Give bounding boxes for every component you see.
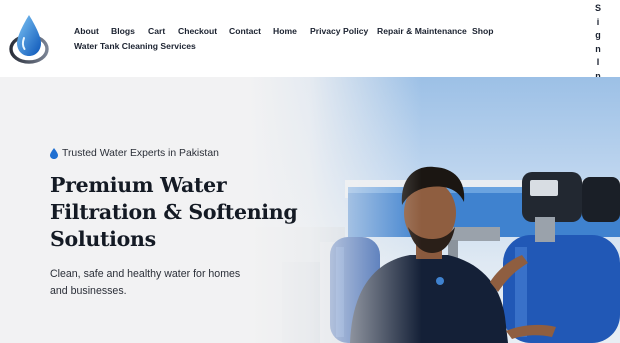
nav-privacy-policy[interactable]: Privacy Policy	[310, 26, 368, 36]
nav-home[interactable]: Home	[273, 26, 297, 36]
site-header: About Blogs Cart Checkout Contact Home P…	[0, 0, 620, 81]
nav-cart[interactable]: Cart	[148, 26, 165, 36]
sign-in-link[interactable]: S i g n I n	[592, 2, 604, 84]
hero-subtitle: Clean, safe and healthy water for homes …	[50, 266, 290, 300]
hero-title-line: Solutions	[50, 227, 156, 251]
hero-title: Premium Water Filtration & Softening Sol…	[50, 172, 310, 253]
hero-subtitle-line: and businesses.	[50, 285, 127, 297]
nav-about[interactable]: About	[74, 26, 99, 36]
nav-blogs[interactable]: Blogs	[111, 26, 135, 36]
sign-in-letter: S	[594, 3, 601, 13]
trust-badge: Trusted Water Experts in Pakistan	[50, 148, 219, 159]
logo-water-drop-icon[interactable]	[9, 12, 49, 64]
nav-shop[interactable]: Shop	[472, 26, 493, 36]
sign-in-letter: g	[595, 30, 601, 41]
nav-water-tank-cleaning[interactable]: Water Tank Cleaning Services	[74, 41, 196, 51]
water-drop-icon	[50, 148, 58, 159]
hero-subtitle-line: Clean, safe and healthy water for homes	[50, 268, 241, 280]
sign-in-letter: n	[595, 43, 601, 54]
hero-title-line: Filtration & Softening	[50, 200, 298, 224]
sign-in-letter: i	[596, 16, 600, 27]
sign-in-letter: I	[596, 57, 600, 68]
hero-title-line: Premium Water	[50, 173, 227, 197]
nav-contact[interactable]: Contact	[229, 26, 261, 36]
trust-badge-text: Trusted Water Experts in Pakistan	[62, 148, 219, 159]
nav-repair-maintenance[interactable]: Repair & Maintenance	[377, 26, 467, 36]
nav-checkout[interactable]: Checkout	[178, 26, 217, 36]
hero-section: Trusted Water Experts in Pakistan Premiu…	[0, 77, 620, 343]
